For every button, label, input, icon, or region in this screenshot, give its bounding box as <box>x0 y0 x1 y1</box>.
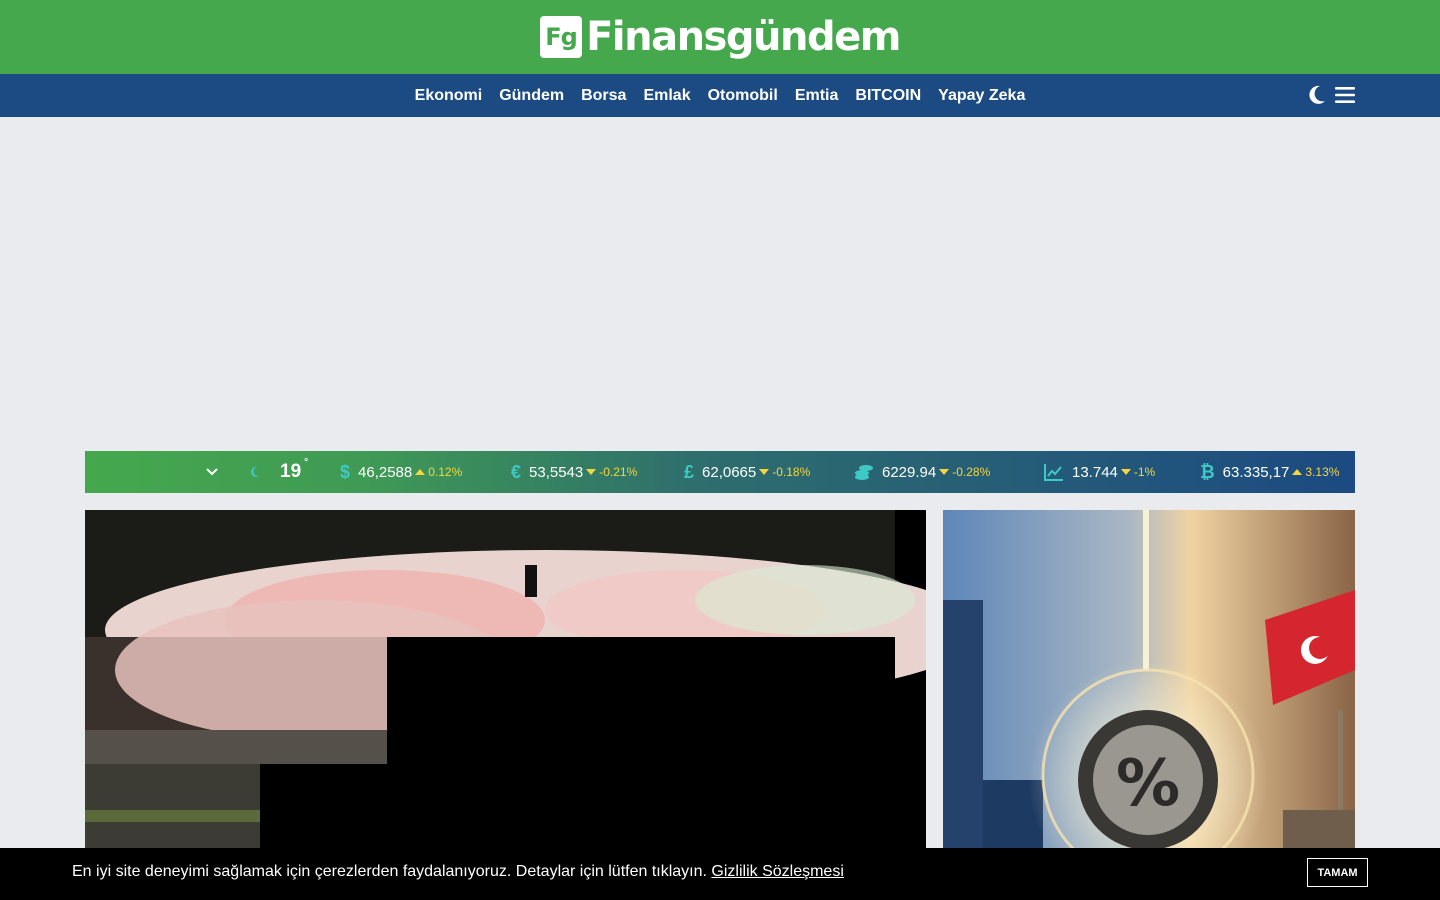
nav-tools <box>1307 84 1355 106</box>
nav-item-borsa[interactable]: Borsa <box>581 87 626 105</box>
bist-value: 13.744 <box>1072 463 1118 481</box>
nav-item-bitcoin[interactable]: BITCOIN <box>855 87 921 105</box>
dollar-icon: $ <box>340 461 351 482</box>
ticker-bist[interactable]: 13.744 -1% <box>1044 451 1155 493</box>
bist-change: -1% <box>1133 465 1156 479</box>
gold-change: -0.28% <box>952 465 991 479</box>
nav-item-emlak[interactable]: Emlak <box>643 87 690 105</box>
arrow-down-icon <box>1120 469 1131 475</box>
arrow-up-icon <box>1292 469 1303 475</box>
logo-mark: Fg <box>540 16 583 58</box>
arrow-down-icon <box>939 469 950 475</box>
btc-value: 63.335,17 <box>1222 463 1290 481</box>
chart-line-icon <box>1044 463 1064 481</box>
nav-item-emtia[interactable]: Emtia <box>795 87 839 105</box>
site-logo[interactable]: Fg Finansgündem <box>540 14 901 60</box>
pound-icon: £ <box>684 461 695 482</box>
hamburger-menu-icon[interactable] <box>1335 84 1355 106</box>
ticker-eur[interactable]: € 53,5543 -0.21% <box>511 451 637 493</box>
ticker-gold[interactable]: 6229.94 -0.28% <box>854 451 990 493</box>
nav-item-otomobil[interactable]: Otomobil <box>708 87 778 105</box>
arrow-up-icon <box>415 469 426 475</box>
ticker-gbp[interactable]: £ 62,0665 -0.18% <box>684 451 810 493</box>
hero-main-image[interactable] <box>85 510 926 850</box>
market-ticker: 19 ° $ 46,2588 0.12% € 53,5543 -0.21% £ 6… <box>85 451 1355 493</box>
stadium-photo <box>85 510 926 850</box>
nav-item-ekonomi[interactable]: Ekonomi <box>415 87 483 105</box>
cookie-banner: En iyi site deneyimi sağlamak için çerez… <box>0 848 1440 900</box>
arrow-down-icon <box>759 469 770 475</box>
coins-icon <box>854 463 874 481</box>
main-navigation: Ekonomi Gündem Borsa Emlak Otomobil Emti… <box>0 74 1440 117</box>
cookie-text: En iyi site deneyimi sağlamak için çerez… <box>72 863 712 880</box>
chevron-down-icon <box>206 468 218 476</box>
weather-widget: 19 ° <box>250 451 309 493</box>
ad-placeholder <box>85 130 1355 435</box>
nav-item-yapay-zeka[interactable]: Yapay Zeka <box>938 87 1025 105</box>
nav-menu: Ekonomi Gündem Borsa Emlak Otomobil Emti… <box>0 74 1440 117</box>
svg-text:%: % <box>1116 747 1180 821</box>
arrow-down-icon <box>586 469 597 475</box>
ticker-btc[interactable]: ₿ 63.335,17 3.13% <box>1200 451 1339 493</box>
hero-side-image[interactable]: % <box>943 510 1355 850</box>
eur-change: -0.21% <box>599 465 638 479</box>
moon-small-icon <box>251 466 259 477</box>
moon-icon[interactable] <box>1307 84 1327 106</box>
interest-rate-photo: % <box>943 510 1355 850</box>
logo-wordmark: Finansgündem <box>586 14 901 60</box>
btc-change: 3.13% <box>1305 465 1340 479</box>
privacy-policy-link[interactable]: Gizlilik Sözleşmesi <box>711 863 843 880</box>
temperature: 19 ° <box>280 457 309 482</box>
cookie-message: En iyi site deneyimi sağlamak için çerez… <box>72 863 844 881</box>
eur-value: 53,5543 <box>529 463 584 481</box>
euro-icon: € <box>511 461 522 482</box>
gold-value: 6229.94 <box>882 463 937 481</box>
ticker-usd[interactable]: $ 46,2588 0.12% <box>340 451 462 493</box>
usd-change: 0.12% <box>428 465 463 479</box>
ticker-expand-button[interactable] <box>205 451 219 493</box>
nav-item-gundem[interactable]: Gündem <box>499 87 564 105</box>
gbp-value: 62,0665 <box>702 463 757 481</box>
usd-value: 46,2588 <box>358 463 413 481</box>
cookie-accept-button[interactable]: TAMAM <box>1307 858 1368 887</box>
gbp-change: -0.18% <box>772 465 811 479</box>
bitcoin-icon: ₿ <box>1200 461 1215 482</box>
top-header: Fg Finansgündem <box>0 0 1440 74</box>
